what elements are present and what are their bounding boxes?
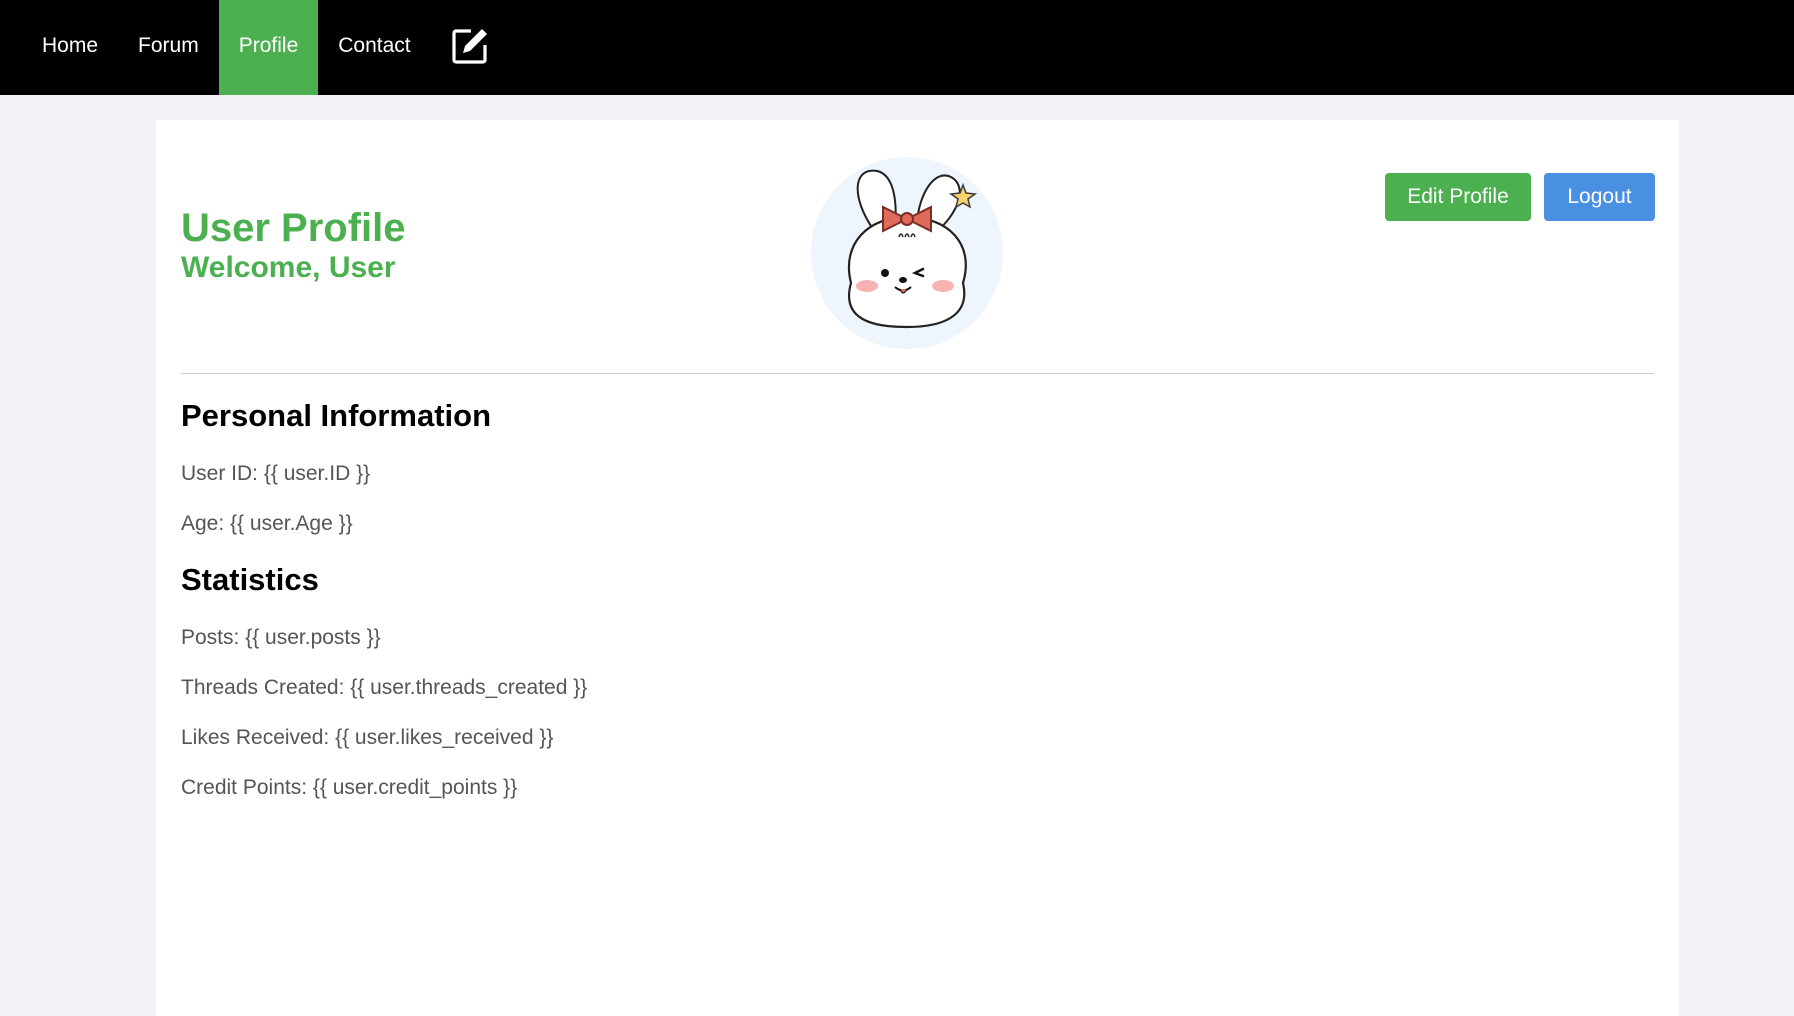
nav-forum[interactable]: Forum bbox=[118, 0, 219, 95]
edit-icon[interactable] bbox=[431, 0, 509, 95]
credit-points-text: Credit Points: {{ user.credit_points }} bbox=[181, 776, 518, 799]
welcome-text: Welcome, User bbox=[181, 251, 396, 284]
bunny-avatar-icon bbox=[848, 169, 978, 329]
user-id-text: User ID: {{ user.ID }} bbox=[181, 462, 371, 485]
personal-info-heading: Personal Information bbox=[181, 398, 492, 433]
edit-profile-button[interactable]: Edit Profile bbox=[1385, 173, 1531, 221]
nav-home[interactable]: Home bbox=[22, 0, 118, 95]
nav-profile[interactable]: Profile bbox=[218, 0, 319, 95]
avatar bbox=[811, 157, 1003, 349]
top-navbar: Home Forum Profile Contact bbox=[0, 0, 1794, 95]
likes-received-text: Likes Received: {{ user.likes_received }… bbox=[181, 726, 554, 749]
nav-contact[interactable]: Contact bbox=[318, 0, 430, 95]
profile-header: User Profile Welcome, User Edit Profile … bbox=[181, 120, 1655, 374]
profile-card: User Profile Welcome, User Edit Profile … bbox=[156, 120, 1679, 1016]
posts-text: Posts: {{ user.posts }} bbox=[181, 626, 381, 649]
age-text: Age: {{ user.Age }} bbox=[181, 512, 353, 535]
logout-button[interactable]: Logout bbox=[1544, 173, 1655, 221]
threads-created-text: Threads Created: {{ user.threads_created… bbox=[181, 676, 588, 699]
statistics-heading: Statistics bbox=[181, 562, 319, 597]
page-title: User Profile bbox=[181, 206, 406, 250]
